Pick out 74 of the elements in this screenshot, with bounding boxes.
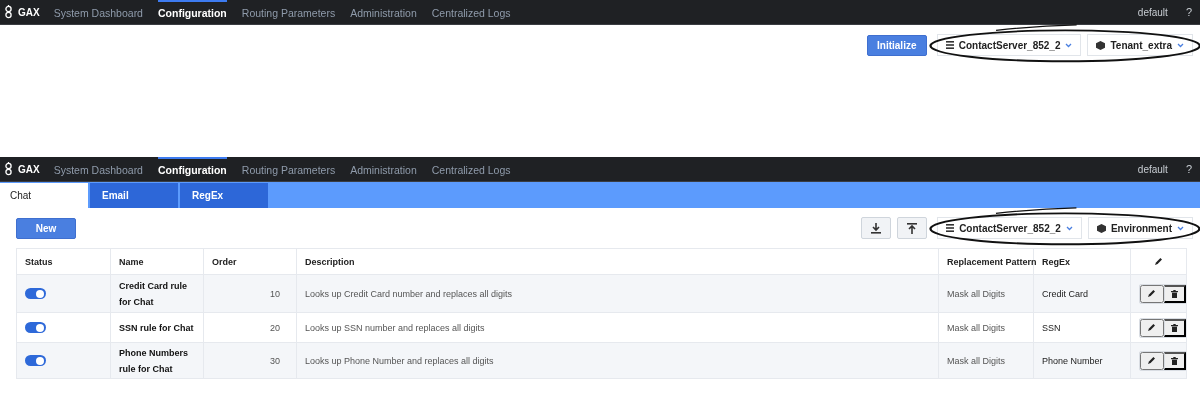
user-name[interactable]: default — [1137, 6, 1168, 18]
new-button[interactable]: New — [16, 217, 76, 239]
nav-link[interactable]: Routing Parameters — [241, 0, 336, 25]
edit-button[interactable] — [1140, 284, 1164, 303]
delete-button[interactable] — [1163, 284, 1186, 303]
initialize-button[interactable]: Initialize — [866, 34, 927, 56]
nav-link[interactable]: Routing Parameters — [241, 156, 336, 182]
column-header: Replacement Pattern — [938, 248, 1034, 275]
tab[interactable]: Chat — [0, 182, 88, 208]
table-cell: Credit Card — [1033, 274, 1131, 313]
list-icon — [946, 224, 955, 232]
status-toggle[interactable] — [25, 288, 46, 300]
help-link[interactable]: ? — [1185, 163, 1192, 175]
status-toggle[interactable] — [25, 355, 46, 367]
selector-dropdown[interactable]: Tenant_extra — [1087, 34, 1193, 56]
chevron-down-icon — [1065, 225, 1073, 231]
logo-icon — [4, 162, 13, 176]
help-link[interactable]: ? — [1185, 6, 1192, 18]
nav-link[interactable]: Centralized Logs — [431, 0, 511, 25]
table-cell: Mask all Digits — [938, 312, 1034, 343]
selector-dropdown[interactable]: ContactServer_852_2 — [936, 34, 1082, 56]
trash-icon — [1170, 289, 1178, 298]
table-cell: SSN — [1033, 312, 1131, 343]
nav-link[interactable]: Configuration — [157, 0, 227, 25]
selector-dropdown[interactable]: ContactServer_852_2 — [937, 217, 1082, 239]
pencil-icon — [1155, 258, 1162, 265]
tab[interactable]: Email — [90, 182, 178, 208]
nav-link[interactable]: Centralized Logs — [431, 156, 511, 182]
chevron-down-icon — [1177, 225, 1184, 231]
chevron-down-icon — [1177, 42, 1184, 48]
list-icon — [945, 41, 954, 49]
column-header: Status — [16, 248, 111, 275]
table-cell: 20 — [203, 312, 297, 343]
nav-link[interactable]: Administration — [350, 156, 417, 182]
upload-icon — [907, 222, 918, 234]
trash-icon — [1170, 356, 1178, 365]
cube-icon — [1096, 223, 1106, 233]
column-header: Order — [203, 248, 297, 275]
table-cell: 10 — [203, 274, 297, 313]
download-button[interactable] — [861, 217, 892, 239]
cube-icon — [1096, 40, 1106, 50]
edit-button[interactable] — [1140, 318, 1164, 337]
status-toggle[interactable] — [25, 322, 46, 334]
edit-button[interactable] — [1140, 351, 1164, 370]
nav-link[interactable]: Administration — [350, 0, 417, 25]
pencil-icon — [1148, 324, 1156, 331]
upload-button[interactable] — [897, 217, 928, 239]
table-cell: Credit Card rule for Chat — [110, 274, 204, 313]
tab[interactable]: RegEx — [180, 182, 268, 208]
table-cell: 30 — [203, 342, 297, 379]
column-header: Name — [110, 248, 204, 275]
nav-link[interactable]: System Dashboard — [53, 156, 143, 182]
chevron-down-icon — [1065, 42, 1073, 48]
pencil-icon — [1148, 290, 1156, 297]
table-cell: Looks up SSN number and replaces all digits — [296, 312, 939, 343]
table-cell: Looks up Phone Number and replaces all digits — [296, 342, 939, 379]
delete-button[interactable] — [1163, 351, 1186, 370]
table-cell: Mask all Digits — [938, 342, 1034, 379]
delete-button[interactable] — [1163, 318, 1186, 337]
nav-link[interactable]: System Dashboard — [53, 0, 143, 25]
selector-dropdown[interactable]: Environment — [1087, 217, 1193, 239]
table-cell: Phone Number — [1033, 342, 1131, 379]
brand-name: GAX — [18, 6, 40, 18]
user-name[interactable]: default — [1137, 163, 1168, 175]
logo-icon — [4, 5, 13, 19]
column-header: Description — [296, 248, 939, 275]
pencil-icon — [1148, 357, 1156, 364]
table-cell: Mask all Digits — [938, 274, 1034, 313]
table-cell: Looks up Credit Card number and replaces all digits — [296, 274, 939, 313]
table-cell: Phone Numbers rule for Chat — [110, 342, 204, 379]
trash-icon — [1170, 323, 1178, 332]
brand-name: GAX — [18, 163, 40, 175]
download-icon — [871, 222, 882, 234]
table-cell: SSN rule for Chat — [110, 312, 204, 343]
